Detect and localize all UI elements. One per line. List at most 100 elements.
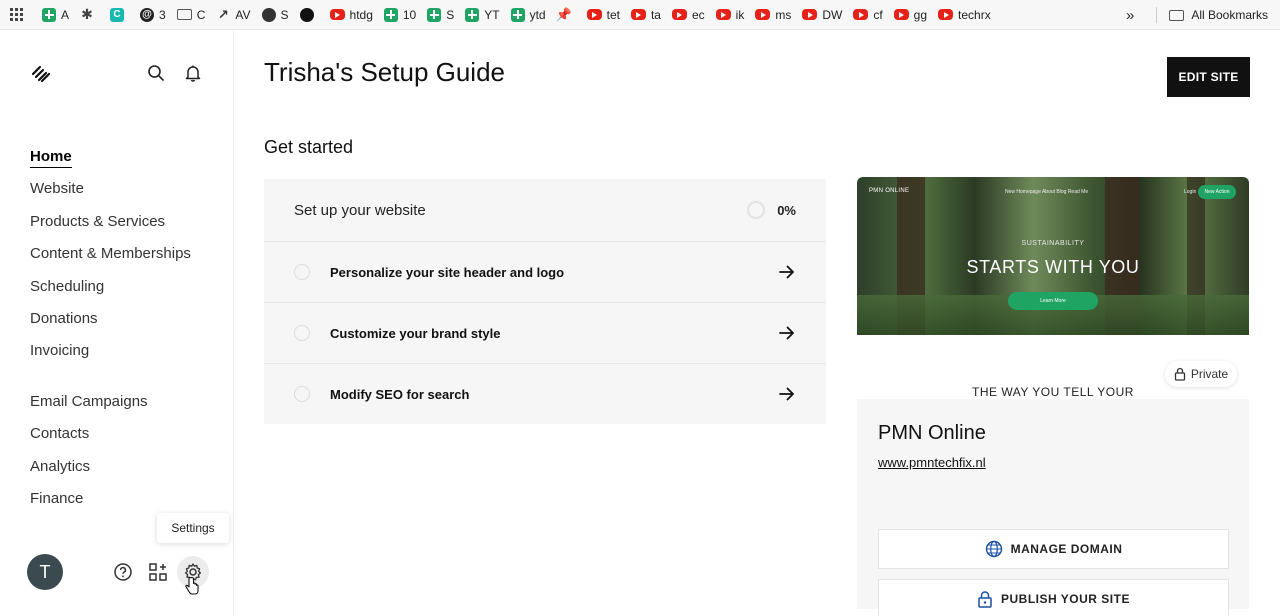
bookmark-item[interactable]: 📌: [552, 2, 581, 28]
all-bookmarks-link[interactable]: All Bookmarks: [1191, 8, 1268, 22]
arrow-right-icon: [779, 326, 794, 340]
bookmark-item[interactable]: A: [37, 2, 74, 28]
bookmarks-overflow-chevron[interactable]: »: [1126, 7, 1134, 24]
task-row[interactable]: Personalize your site header and logo: [264, 241, 826, 302]
bookmark-item[interactable]: tet: [582, 2, 625, 28]
bookmark-item[interactable]: ik: [711, 2, 750, 28]
private-badge[interactable]: Private: [1165, 361, 1237, 387]
lock-icon: [978, 591, 992, 608]
bookmark-item[interactable]: S: [422, 2, 459, 28]
bookmark-item[interactable]: ↗ AV: [211, 2, 255, 28]
youtube-icon: [893, 9, 909, 20]
bookmark-item[interactable]: ✱: [75, 2, 104, 28]
sheets-icon: [465, 7, 480, 22]
bookmark-label: ms: [775, 7, 792, 22]
bookmark-label: DW: [822, 7, 843, 22]
threads-icon: @: [140, 7, 155, 22]
nav-item-contacts[interactable]: Contacts: [30, 418, 148, 450]
nav-item-email-campaigns[interactable]: Email Campaigns: [30, 386, 148, 418]
publish-site-button[interactable]: PUBLISH YOUR SITE: [878, 579, 1229, 616]
sheets-icon: [383, 7, 398, 22]
globe-icon: [261, 7, 276, 22]
edit-site-button[interactable]: EDIT SITE: [1167, 57, 1250, 97]
youtube-icon: [715, 9, 731, 20]
youtube-icon: [853, 9, 869, 20]
squarespace-logo-icon[interactable]: [30, 64, 52, 84]
bookmark-item[interactable]: ytd: [506, 2, 551, 28]
private-label: Private: [1190, 367, 1229, 381]
nav-item-analytics[interactable]: Analytics: [30, 451, 148, 483]
secondary-nav: Email Campaigns Contacts Analytics Finan…: [30, 386, 148, 516]
bookmark-item[interactable]: cf: [848, 2, 887, 28]
avatar[interactable]: T: [27, 554, 63, 590]
progress-ring: [747, 201, 766, 219]
bookmark-item[interactable]: C: [172, 2, 211, 28]
bookmark-item[interactable]: 10: [379, 2, 421, 28]
site-preview-image[interactable]: PMN ONLINE New Homepage About Blog Read …: [857, 177, 1249, 335]
sheets-icon: [510, 7, 525, 22]
bookmark-label: ta: [650, 7, 661, 22]
setup-card-header[interactable]: Set up your website 0%: [264, 179, 826, 241]
nav-item-donations[interactable]: Donations: [30, 303, 191, 335]
nav-item-invoicing[interactable]: Invoicing: [30, 335, 191, 367]
section-title: Get started: [264, 137, 354, 157]
bookmarks-bar: A ✱ C @3 C ↗ AV Shtdg 10 S YT ytd 📌 tet ta ec ik ms DW cf gg…: [0, 0, 1280, 30]
bookmark-label: htdg: [349, 7, 373, 22]
arrow-right-icon: [779, 387, 794, 401]
task-row[interactable]: Customize your brand style: [264, 302, 826, 363]
site-card: PMN ONLINE New Homepage About Blog Read …: [857, 177, 1249, 616]
nav-item-content-memberships[interactable]: Content & Memberships: [30, 238, 191, 270]
youtube-icon: [630, 9, 646, 20]
nav-item-home[interactable]: Home: [30, 141, 191, 173]
youtube-icon: [671, 9, 687, 20]
bookmark-item[interactable]: [295, 2, 324, 28]
bookmark-item[interactable]: YT: [460, 2, 504, 28]
bookmark-item[interactable]: ec: [667, 2, 710, 28]
bookmark-item[interactable]: S: [257, 2, 294, 28]
bell-icon[interactable]: [183, 63, 203, 83]
hand-cursor-icon: [185, 577, 199, 595]
bookmark-label: tet: [606, 7, 620, 22]
github-icon: [299, 7, 314, 22]
publish-site-label: PUBLISH YOUR SITE: [1001, 592, 1130, 606]
bookmark-label: ik: [735, 7, 745, 22]
bookmark-item[interactable]: ms: [750, 2, 796, 28]
preview-kicker: SUSTAINABILITY: [1021, 240, 1085, 247]
bookmark-item[interactable]: DW: [797, 2, 847, 28]
search-icon[interactable]: [147, 64, 165, 82]
bookmark-label: techrx: [958, 7, 991, 22]
globe-icon: [985, 540, 1002, 558]
bookmark-label: ytd: [529, 7, 546, 22]
bookmark-label: YT: [484, 7, 500, 22]
nav-item-finance[interactable]: Finance: [30, 483, 148, 515]
pin-icon: 📌: [555, 6, 572, 22]
site-url-link[interactable]: www.pmntechfix.nl: [878, 455, 986, 470]
task-status-circle: [294, 264, 310, 280]
apps-add-icon[interactable]: [148, 562, 168, 582]
youtube-icon: [586, 9, 602, 20]
bookmark-item[interactable]: ta: [626, 2, 666, 28]
bookmark-label: ec: [691, 7, 705, 22]
help-icon[interactable]: [113, 562, 133, 582]
folder-icon: [1169, 9, 1185, 21]
bookmark-item[interactable]: gg: [889, 2, 932, 28]
apps-grid-icon[interactable]: [10, 8, 23, 21]
bookmark-item[interactable]: @3: [135, 2, 171, 28]
nav-item-scheduling[interactable]: Scheduling: [30, 271, 191, 303]
nav-item-website[interactable]: Website: [30, 173, 191, 205]
youtube-icon: [755, 9, 771, 20]
sheets-icon: [42, 7, 56, 22]
bookmark-item[interactable]: htdg: [325, 2, 378, 28]
bookmark-label: S: [446, 7, 455, 22]
bookmark-item[interactable]: C: [105, 2, 134, 28]
task-row[interactable]: Modify SEO for search: [264, 363, 826, 424]
preview-brand: PMN ONLINE: [869, 188, 910, 194]
youtube-icon: [802, 9, 818, 20]
bookmark-item[interactable]: techrx: [933, 2, 996, 28]
nav-item-products-services[interactable]: Products & Services: [30, 206, 191, 238]
folder-icon: [176, 9, 192, 20]
sheets-icon: [427, 7, 442, 22]
manage-domain-button[interactable]: MANAGE DOMAIN: [878, 529, 1229, 569]
setup-card: Set up your website 0% Personalize your …: [264, 179, 826, 424]
arrow-right-icon: [779, 265, 794, 279]
